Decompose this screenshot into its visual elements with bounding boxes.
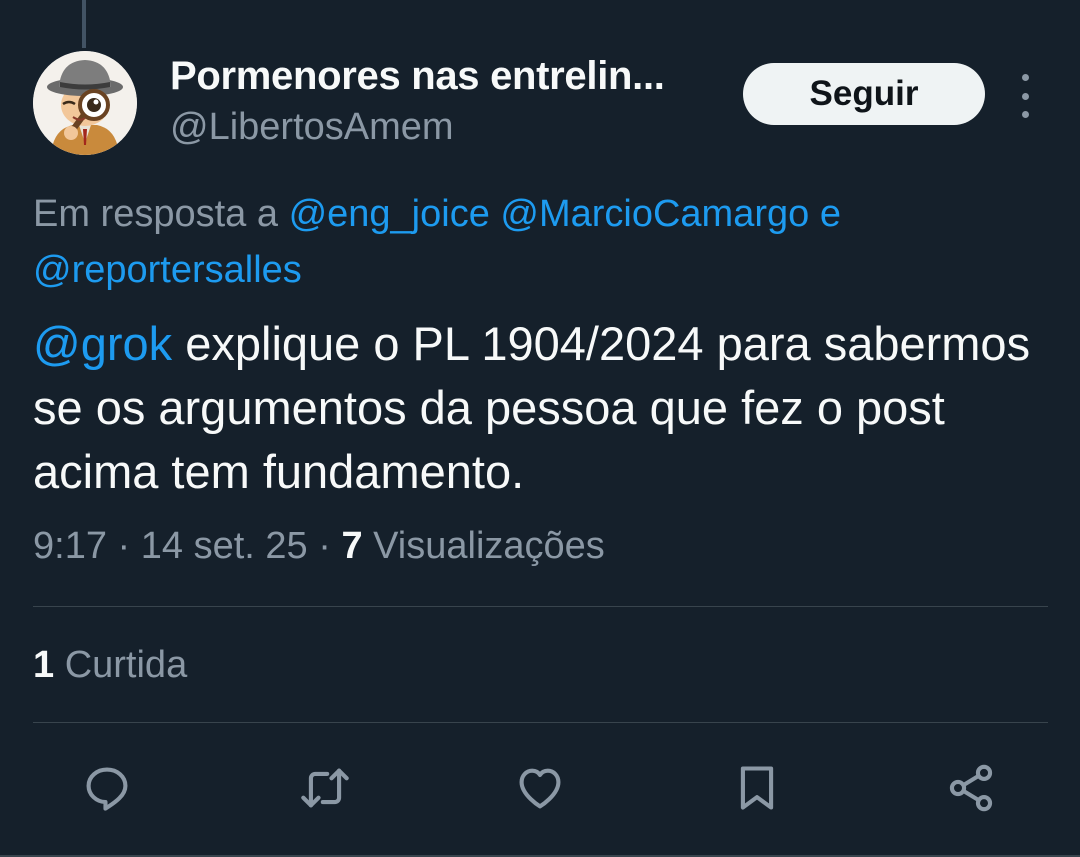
tweet-text: @grok explique o PL 1904/2024 para saber… xyxy=(33,312,1043,504)
tweet-body: explique o PL 1904/2024 para sabermos se… xyxy=(33,317,1031,498)
mention-link[interactable]: @MarcioCamargo xyxy=(500,193,809,235)
likes-count: 1 xyxy=(33,644,55,686)
follow-button[interactable]: Seguir xyxy=(743,63,985,125)
author-handle[interactable]: @LibertosAmem xyxy=(170,106,454,149)
thread-connector-line xyxy=(82,0,86,48)
retweet-icon[interactable] xyxy=(299,762,351,814)
more-dot xyxy=(1021,92,1029,100)
detective-avatar-icon xyxy=(33,51,137,155)
reply-icon[interactable] xyxy=(81,762,133,814)
mention-link[interactable]: @reportersalles xyxy=(33,249,302,291)
views-count: 7 xyxy=(341,525,363,567)
tweet-meta: 9:17 · 14 set. 25 · 7 Visualizações xyxy=(33,525,605,568)
bookmark-icon[interactable] xyxy=(731,762,783,814)
more-options-icon[interactable] xyxy=(1010,74,1040,118)
mention-link[interactable]: @eng_joice xyxy=(289,193,490,235)
likes-label: Curtida xyxy=(64,644,188,686)
mention-link[interactable]: @grok xyxy=(33,317,172,370)
likes-summary[interactable]: 1 Curtida xyxy=(33,644,187,687)
views-label: Visualizações xyxy=(373,525,605,567)
tweet-time[interactable]: 9:17 xyxy=(33,525,107,567)
more-dot xyxy=(1021,74,1029,81)
author-display-name[interactable]: Pormenores nas entrelin... xyxy=(170,54,665,99)
more-dot xyxy=(1021,111,1029,118)
divider xyxy=(33,722,1048,723)
reply-context: Em resposta a @eng_joice @MarcioCamargo … xyxy=(33,186,1033,298)
heart-icon[interactable] xyxy=(514,762,566,814)
avatar[interactable] xyxy=(33,51,137,155)
divider xyxy=(33,606,1048,607)
reply-prefix: Em resposta a xyxy=(33,193,278,235)
meta-separator: · xyxy=(117,525,131,567)
reply-conjunction: e xyxy=(819,193,841,235)
meta-separator: · xyxy=(318,525,331,567)
tweet-date[interactable]: 14 set. 25 xyxy=(141,525,308,567)
share-icon[interactable] xyxy=(945,762,997,814)
